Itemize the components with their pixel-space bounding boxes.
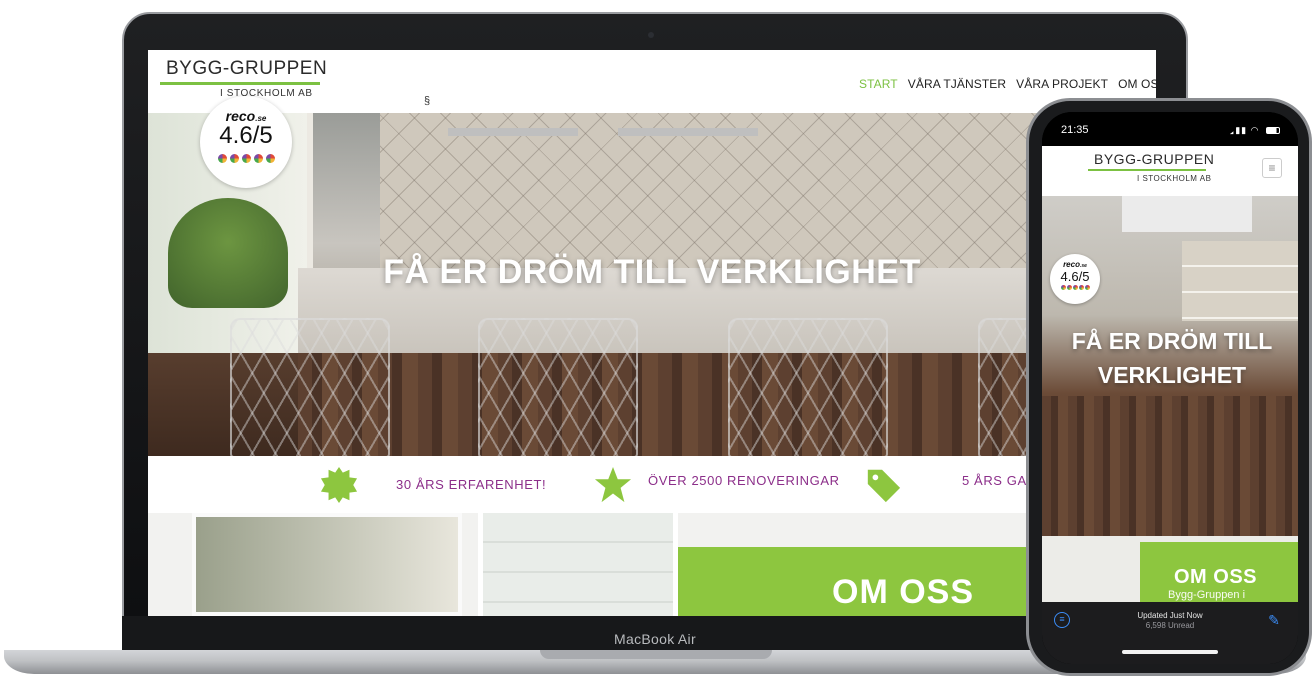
reco-logo: reco.se	[1050, 254, 1100, 269]
main-navigation: START VÅRA TJÄNSTER VÅRA PROJEKT OM OSS …	[859, 77, 1156, 91]
status-time: 21:35	[1061, 124, 1089, 136]
compose-icon[interactable]: ✎	[1266, 612, 1282, 628]
phone-reco-rating-badge[interactable]: reco.se 4.6/5	[1050, 254, 1100, 304]
phone-hero-title: FÅ ER DRÖM TILL VERKLIGHET	[1071, 328, 1273, 388]
tag-icon	[867, 469, 901, 502]
bar-stool	[728, 318, 888, 456]
phone-hero-shelves	[1182, 241, 1298, 321]
reco-rating-badge[interactable]: reco.se 4.6/5	[200, 96, 292, 188]
phone-site-logo-subtitle: I STOCKHOLM AB	[1137, 174, 1212, 183]
badge-icon	[320, 466, 358, 503]
battery-icon	[1266, 127, 1280, 134]
feature-label: 30 ÅRS ERFARENHET!	[396, 477, 547, 492]
reco-score: 4.6/5	[219, 122, 273, 149]
phone-site-logo[interactable]: BYGG-GRUPPEN	[1094, 151, 1214, 167]
hero-title: FÅ ER DRÖM TILL VERKLIGHET	[383, 253, 921, 291]
phone-about-section: OM OSS Bygg-Gruppen i	[1042, 536, 1298, 602]
laptop-screen: BYGG-GRUPPEN I STOCKHOLM AB § START VÅRA…	[148, 50, 1156, 616]
stray-character: §	[424, 95, 431, 107]
about-title: OM OSS	[832, 573, 975, 611]
feature-experience: 30 ÅRS ERFARENHET!	[320, 456, 546, 513]
reco-score: 4.6/5	[1060, 269, 1090, 284]
feature-renovations: ÖVER 2500 RENOVERINGAR	[594, 456, 840, 513]
phone-about-title: OM OSS	[1174, 566, 1258, 588]
phone-screen: 21:35 ▮▮▮ ◠ BYGG-GRUPPEN I STOCKHOLM AB …	[1042, 112, 1298, 664]
mail-toolbar: ≡ Updated Just Now 6,598 Unread ✎	[1042, 602, 1298, 664]
phone-site: BYGG-GRUPPEN I STOCKHOLM AB ≡ reco.se 4.…	[1042, 146, 1298, 602]
reco-logo-text: reco	[1063, 260, 1080, 269]
feature-label: 5 ÅRS GA	[962, 473, 1027, 488]
phone-about-subtitle: Bygg-Gruppen i	[1168, 589, 1246, 601]
utensil-rail	[448, 128, 578, 136]
reco-logo: reco.se	[200, 96, 292, 124]
nav-item-projects[interactable]: VÅRA PROJEKT	[1016, 77, 1108, 91]
phone-hero-hood	[1122, 196, 1252, 232]
star-icon	[594, 466, 632, 502]
phone-hero-wood-panel	[1042, 396, 1298, 536]
phone-hero-section: reco.se 4.6/5 FÅ ER DRÖM TILL VERKLIGHET	[1042, 196, 1298, 536]
phone-logo-underline	[1088, 169, 1206, 171]
logo-underline	[160, 82, 320, 85]
bar-stool	[230, 318, 390, 456]
nav-item-start[interactable]: START	[859, 77, 898, 91]
hero-section: FÅ ER DRÖM TILL VERKLIGHET	[148, 113, 1156, 456]
mail-unread-count: 6,598 Unread	[1145, 621, 1195, 630]
mail-updated-status: Updated Just Now	[1137, 611, 1203, 620]
nav-item-services[interactable]: VÅRA TJÄNSTER	[908, 77, 1006, 91]
utensil-rail	[618, 128, 758, 136]
feature-label: ÖVER 2500 RENOVERINGAR	[648, 473, 840, 488]
phone-about-panel: OM OSS Bygg-Gruppen i	[1140, 542, 1298, 602]
wifi-icon: ◠	[1250, 125, 1260, 135]
reco-rating-dots	[1050, 285, 1100, 290]
about-photo-window	[192, 513, 462, 616]
status-icons: ▮▮▮ ◠	[1229, 125, 1280, 136]
camera-icon	[648, 32, 654, 38]
hero-tile-wall	[380, 113, 1040, 271]
reco-rating-dots	[200, 154, 292, 163]
phone-notch	[1102, 112, 1238, 136]
about-photo-cabinet	[478, 513, 678, 616]
site-logo[interactable]: BYGG-GRUPPEN	[166, 58, 327, 80]
features-strip: 30 ÅRS ERFARENHET! ÖVER 2500 RENOVERINGA…	[148, 456, 1156, 513]
hamburger-menu-icon[interactable]: ≡	[1262, 158, 1282, 178]
laptop-hinge-notch	[540, 650, 772, 659]
about-section: OM OSS	[148, 513, 1156, 616]
site-header: BYGG-GRUPPEN I STOCKHOLM AB § START VÅRA…	[148, 50, 1156, 113]
feature-warranty: 5 ÅRS GA	[864, 456, 1027, 513]
home-indicator[interactable]	[1122, 650, 1218, 654]
nav-item-about[interactable]: OM OSS	[1118, 77, 1156, 91]
bar-stool	[478, 318, 638, 456]
